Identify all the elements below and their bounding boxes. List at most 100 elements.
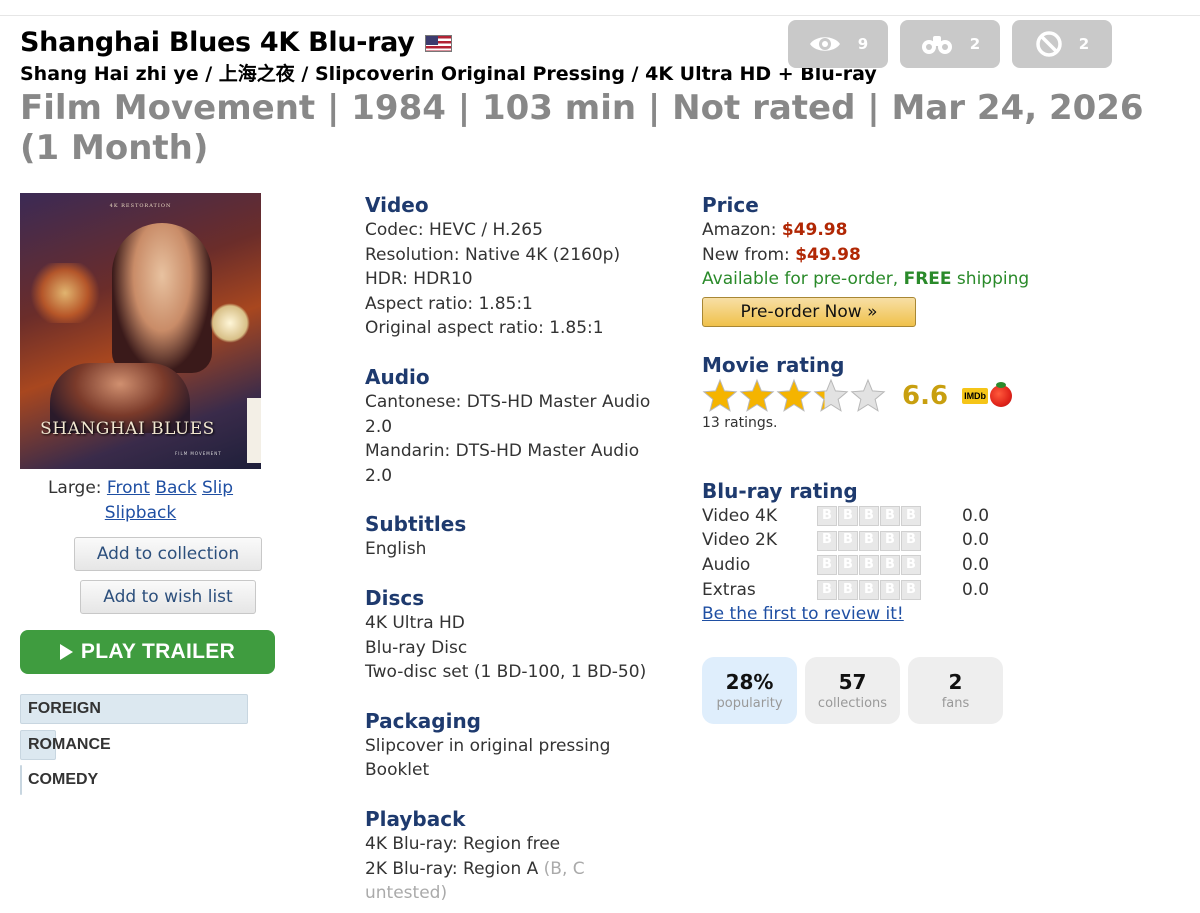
packaging-section: Packaging Slipcover in original pressing… [365, 709, 690, 783]
availability: Available for pre-order, FREE shipping [702, 267, 1122, 292]
subtitle-line: English [365, 539, 427, 560]
watching-button[interactable]: 2 [900, 20, 1000, 68]
packaging-line: Booklet [365, 760, 430, 781]
rating-block: B [880, 530, 900, 551]
play-trailer-button[interactable]: PLAY TRAILER [20, 630, 275, 674]
stat-tiles: 28% popularity 57 collections 2 fans [702, 657, 1122, 725]
watched-button[interactable]: 9 [788, 20, 888, 68]
popularity-tile[interactable]: 28% popularity [702, 657, 797, 725]
new-from-value: $49.98 [795, 244, 861, 265]
fans-tile[interactable]: 2 fans [908, 657, 1003, 725]
bluray-rating-row: Audio BBBBB 0.0 [702, 553, 1122, 578]
rating-block: B [859, 530, 879, 551]
collections-tile[interactable]: 57 collections [805, 657, 900, 725]
not-interested-button[interactable]: 2 [1012, 20, 1112, 68]
rating-row-value: 0.0 [962, 505, 990, 526]
rating-block: B [859, 555, 879, 576]
alternate-titles: Shang Hai zhi ye / 上海之夜 / Slipcoverin Or… [20, 63, 877, 85]
playback-2k-region: 2K Blu-ray: Region A [365, 858, 539, 879]
rating-star [850, 378, 886, 412]
large-slipback-link[interactable]: Slipback [105, 503, 176, 523]
rating-block: B [901, 579, 921, 600]
playback-4k: 4K Blu-ray: Region free [365, 833, 561, 854]
playback-section: Playback 4K Blu-ray: Region free 2K Blu-… [365, 807, 690, 906]
top-divider [0, 0, 1200, 16]
stat-buttons: 9 2 2 [788, 20, 1112, 68]
video-aspect: Aspect ratio: 1.85:1 [365, 293, 533, 314]
first-review-link[interactable]: Be the first to review it! [702, 604, 904, 624]
rating-block: B [901, 530, 921, 551]
genre-label: FOREIGN [28, 700, 101, 717]
price-title: Price [702, 193, 759, 217]
genre-tag-romance[interactable]: ROMANCE [20, 730, 248, 760]
avail-post: shipping [951, 269, 1030, 290]
genre-label: COMEDY [28, 771, 99, 788]
tile-value: 57 [838, 669, 867, 694]
rating-block: B [838, 579, 858, 600]
genre-tag-foreign[interactable]: FOREIGN [20, 694, 248, 724]
amazon-price-value: $49.98 [781, 220, 848, 240]
rating-row-label: Audio [702, 554, 751, 575]
tile-label: fans [941, 695, 970, 711]
cover-title: SHANGHAI BLUES [40, 419, 215, 439]
movie-score: 6.6 [902, 380, 949, 411]
large-front-link[interactable]: Front [107, 478, 150, 498]
ratings-count: 13 ratings. [702, 414, 778, 431]
rating-blocks: BBBBB [817, 506, 925, 527]
audio-section: Audio Cantonese: DTS-HD Master Audio 2.0… [365, 365, 690, 488]
bluray-rating-row: Extras BBBBB 0.0 [702, 578, 1122, 603]
packaging-title: Packaging [365, 708, 481, 733]
cover-image[interactable]: 4K RESTORATION SHANGHAI BLUES FILM MOVEM… [20, 193, 261, 469]
ban-icon [1036, 31, 1062, 57]
playback-title: Playback [365, 806, 466, 831]
preorder-button[interactable]: Pre-order Now » [702, 296, 916, 327]
tile-label: collections [817, 695, 888, 711]
rating-block: B [817, 530, 837, 551]
rating-star [739, 378, 775, 412]
new-from-price: New from: $49.98 [702, 243, 1122, 268]
audio-line: Mandarin: DTS-HD Master Audio [365, 441, 640, 462]
add-to-wishlist-button[interactable]: Add to wish list [80, 580, 256, 614]
rating-row-label: Extras [702, 579, 756, 600]
large-slip-link[interactable]: Slip [202, 478, 233, 498]
playback-2k: 2K Blu-ray: Region A (B, C [365, 857, 690, 882]
video-title: Video [365, 193, 429, 217]
rating-row-value: 0.0 [962, 579, 990, 600]
audio-line: 2.0 [365, 416, 393, 437]
genre-tag-comedy[interactable]: COMEDY [20, 765, 248, 795]
imdb-icon[interactable]: IMDb [962, 387, 989, 404]
rating-block: B [901, 555, 921, 576]
video-resolution: Resolution: Native 4K (2160p) [365, 244, 621, 265]
cover-spine-label [247, 398, 261, 463]
rating-block: B [880, 555, 900, 576]
rating-row-label: Video 4K [702, 505, 777, 526]
price-section: Price Amazon: $49.98 New from: $49.98 Av… [702, 193, 1122, 327]
rating-blocks: BBBBB [817, 579, 925, 600]
cover-restoration-text: 4K RESTORATION [109, 203, 172, 209]
tomato-icon[interactable] [990, 381, 1013, 407]
video-hdr: HDR: HDR10 [365, 269, 473, 290]
rating-block: B [838, 506, 858, 527]
rating-star [702, 378, 738, 412]
bluray-rating-section: Blu-ray rating Video 4K BBBBB 0.0 Video … [702, 479, 1122, 626]
tile-value: 28% [725, 669, 774, 694]
watched-count: 9 [857, 35, 869, 53]
rating-block: B [880, 579, 900, 600]
tile-label: popularity [716, 695, 783, 711]
large-back-link[interactable]: Back [155, 478, 196, 498]
binoculars-icon [921, 36, 952, 54]
eye-icon [809, 37, 840, 51]
rating-block: B [859, 579, 879, 600]
cover-art-flower [210, 303, 250, 343]
video-original-aspect: Original aspect ratio: 1.85:1 [365, 318, 604, 339]
play-icon [59, 644, 73, 660]
rating-row-value: 0.0 [962, 530, 990, 551]
add-to-collection-button[interactable]: Add to collection [74, 537, 262, 571]
rating-block: B [880, 506, 900, 527]
rating-blocks: BBBBB [817, 530, 925, 551]
playback-2k-untested: (B, C [538, 858, 585, 879]
us-flag-icon [424, 34, 452, 52]
bluray-rating-title: Blu-ray rating [702, 478, 858, 503]
subtitles-title: Subtitles [365, 512, 467, 537]
packaging-line: Slipcover in original pressing [365, 735, 611, 756]
